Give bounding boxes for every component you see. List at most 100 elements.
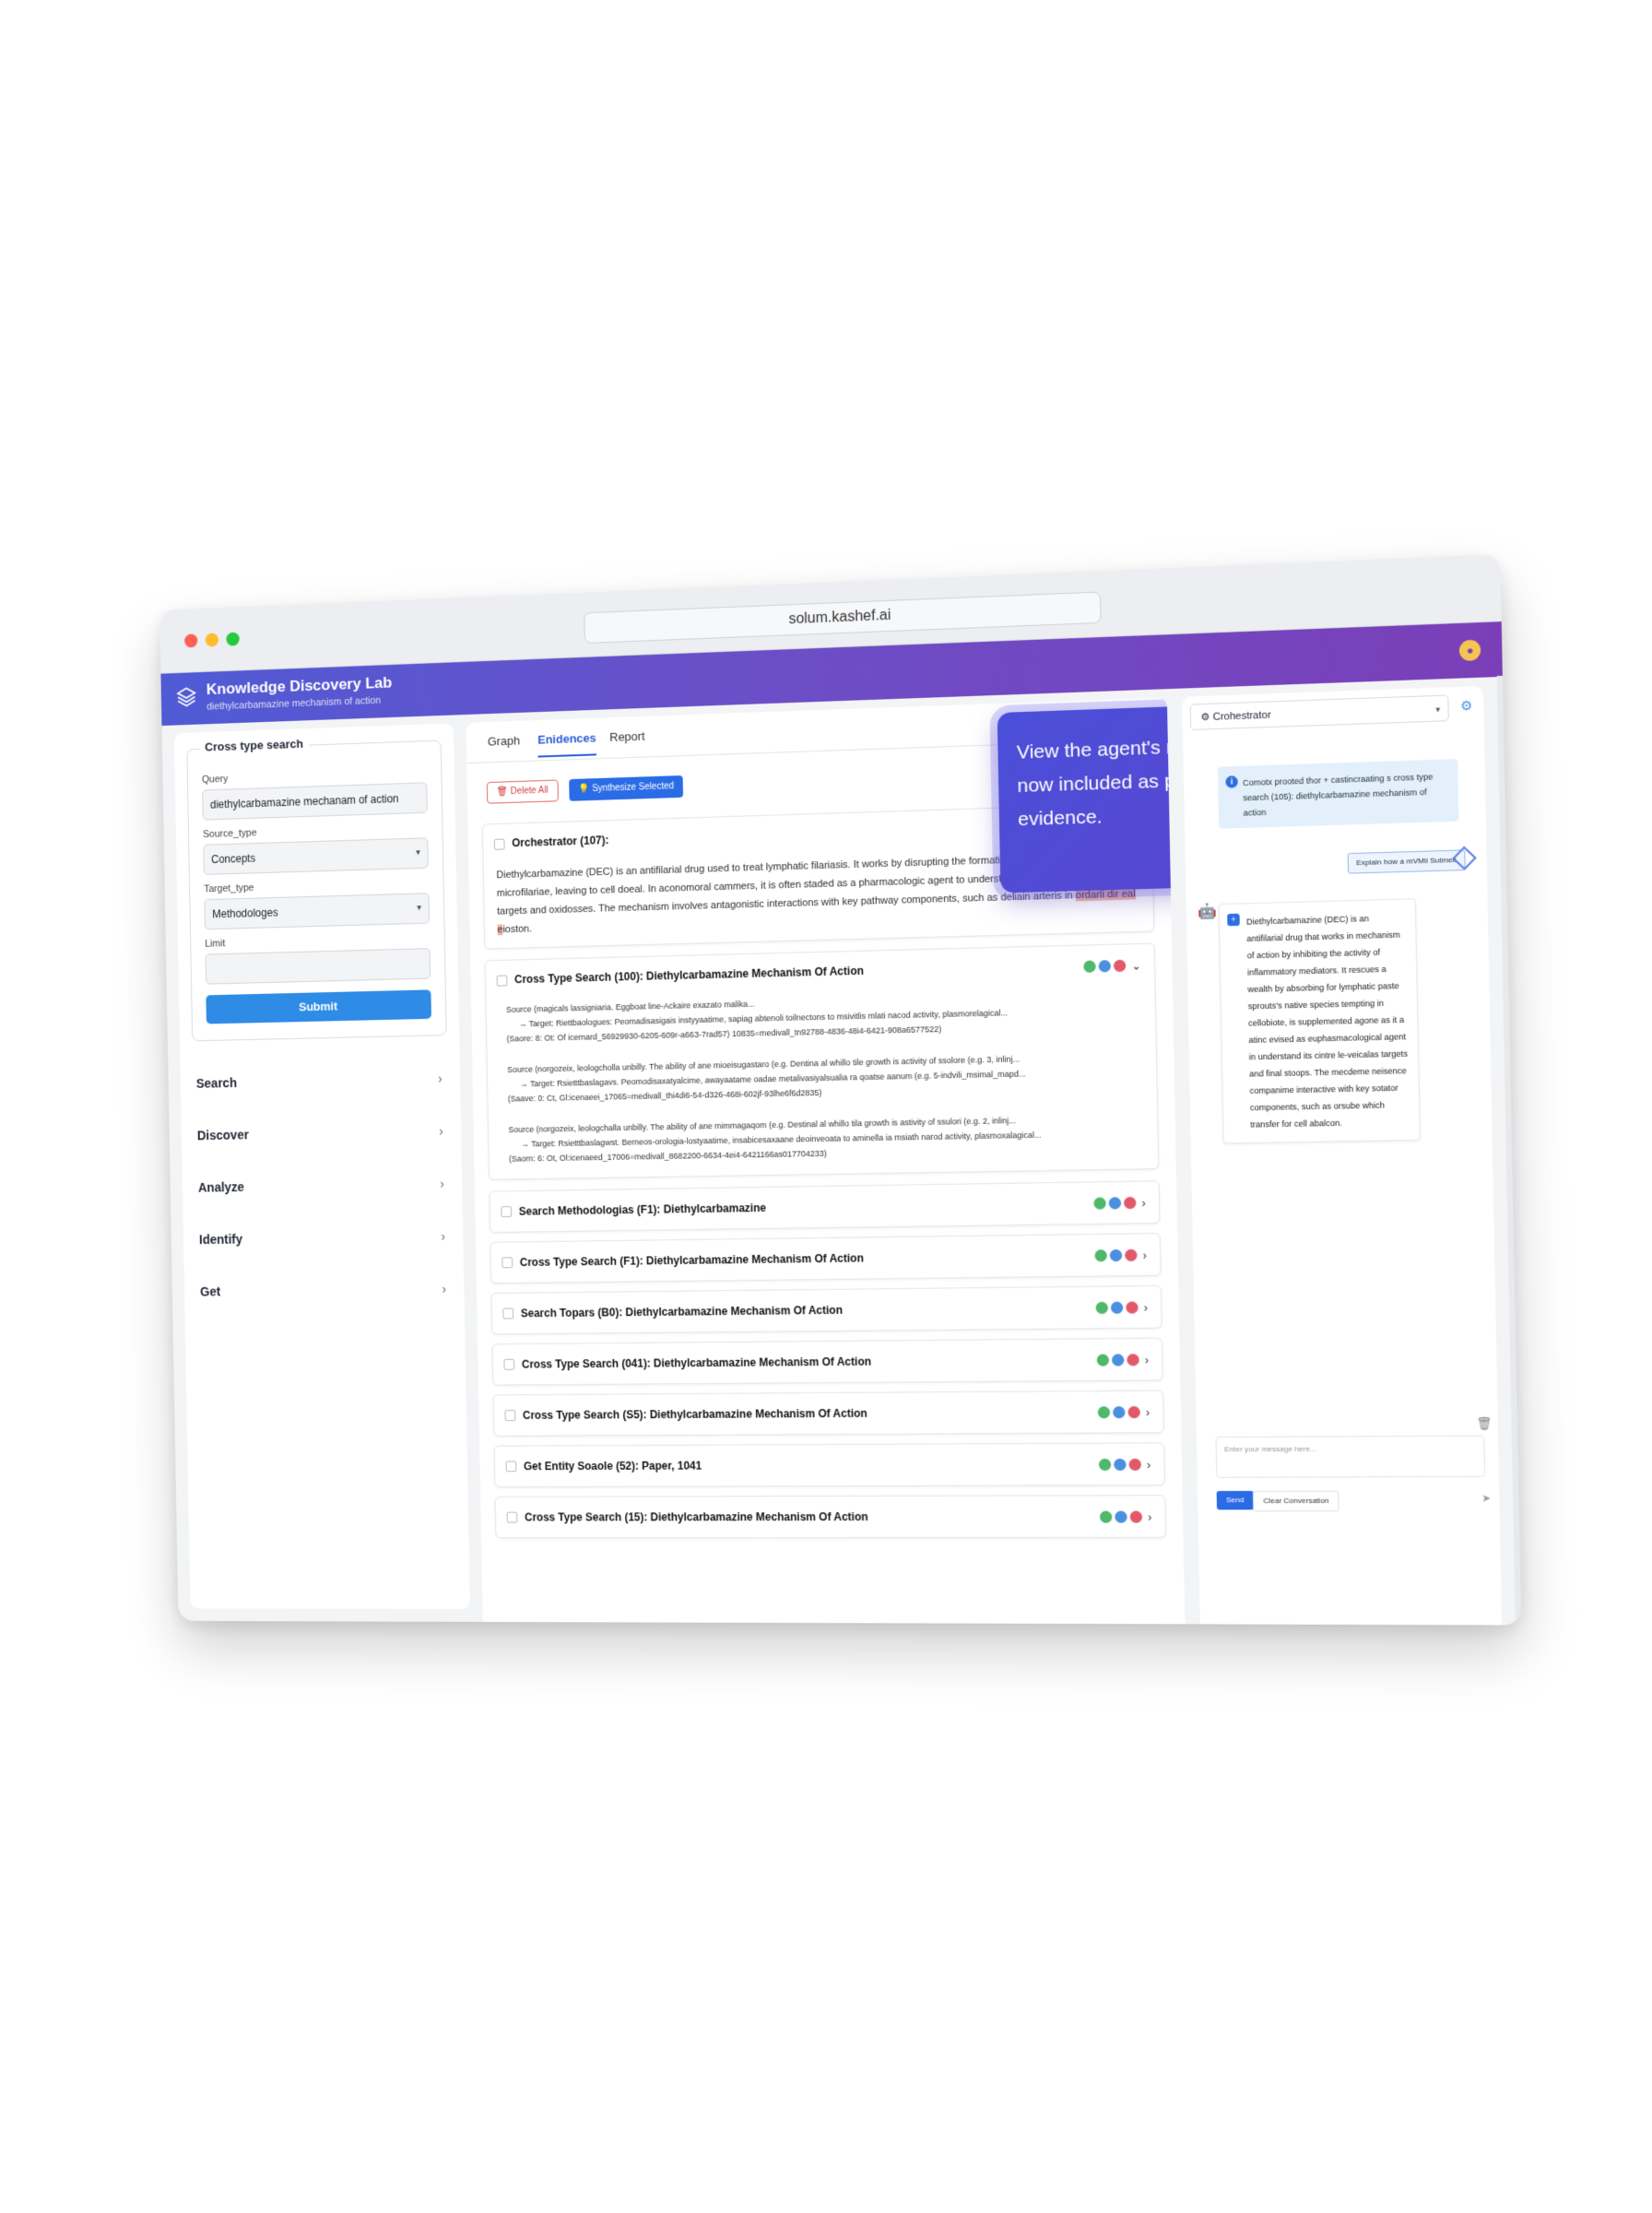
chat-message-input[interactable]: Enter your message here... xyxy=(1215,1435,1486,1478)
evidence-card[interactable]: Cross Type Search (041): Diethylcarbamaz… xyxy=(491,1337,1163,1386)
agent-select[interactable]: ⚙ Crohestrator ▾ xyxy=(1189,694,1449,730)
tab-evidences[interactable]: Enidences xyxy=(537,730,596,758)
agent-badge-icon xyxy=(1113,959,1127,973)
trash-icon: 🗑 xyxy=(496,787,509,798)
agent-badge-icon xyxy=(1129,1510,1143,1523)
trash-icon[interactable]: 🗑 xyxy=(1476,1416,1493,1432)
minimize-window-button[interactable] xyxy=(205,633,219,647)
agent-badge-icon xyxy=(1109,1249,1123,1262)
user-message: Explain how a mVMli Sutmeit xyxy=(1347,849,1466,874)
agent-badges: ⌄ xyxy=(1080,957,1141,976)
chevron-right-icon: › xyxy=(439,1123,444,1139)
agent-badge-icon xyxy=(1099,1510,1113,1524)
cross-type-search-card[interactable]: Cross Type Search (100): Diethylcarbamaz… xyxy=(484,942,1160,1180)
agent-badge-icon xyxy=(1127,1354,1139,1367)
source-type-select[interactable]: Concepts ▾ xyxy=(203,837,429,875)
layers-logo-icon xyxy=(175,685,198,709)
evidence-card[interactable]: Search Topars (B0): Diethylcarbamazine M… xyxy=(490,1284,1162,1335)
form-title: Cross type search xyxy=(199,736,309,754)
limit-input[interactable] xyxy=(205,948,431,985)
send-arrow-icon[interactable]: ➤ xyxy=(1481,1492,1491,1504)
chevron-right-icon: › xyxy=(438,1071,442,1086)
card-title: Search Topars (B0): Diethylcarbamazine M… xyxy=(520,1303,844,1320)
chevron-right-icon[interactable]: › xyxy=(1147,1458,1150,1471)
evidence-card[interactable]: Get Entity Soaole (52): Paper, 1041 › xyxy=(493,1442,1165,1488)
agent-badge-icon xyxy=(1111,1354,1125,1367)
close-window-button[interactable] xyxy=(184,633,198,648)
agent-badge-icon xyxy=(1126,1301,1139,1314)
evidence-card[interactable]: Cross Type Search (15): Diethylcarbamazi… xyxy=(494,1495,1167,1539)
chevron-right-icon[interactable]: › xyxy=(1141,1196,1145,1209)
agent-badge-icon xyxy=(1113,1406,1126,1419)
tab-graph[interactable]: Graph xyxy=(488,734,520,749)
onboarding-tooltip: View the agent's response now included a… xyxy=(997,702,1186,893)
agent-badges: › xyxy=(1096,1457,1151,1473)
query-input[interactable]: diethylcarbamazine mechanam of action xyxy=(202,782,428,821)
result-item: Source (magicals lassigniaria. Eggboat l… xyxy=(506,988,1137,1047)
agent-badge-icon xyxy=(1127,1406,1140,1419)
chevron-down-icon[interactable]: ⌄ xyxy=(1131,959,1141,972)
agent-badge-icon xyxy=(1128,1458,1142,1472)
target-type-select[interactable]: Methodologes ▾ xyxy=(204,893,431,930)
select-checkbox[interactable] xyxy=(493,838,505,850)
evidence-panel: Graph Enidences Report 🗑 Delete All 💡 Sy… xyxy=(466,697,1186,1625)
chevron-right-icon[interactable]: › xyxy=(1144,1301,1148,1314)
nav-discover[interactable]: Discover › xyxy=(194,1105,450,1162)
nav-search[interactable]: Search › xyxy=(193,1052,449,1109)
clear-conversation-button[interactable]: Clear Conversation xyxy=(1252,1490,1340,1512)
select-checkbox[interactable] xyxy=(501,1206,513,1218)
tab-report[interactable]: Report xyxy=(609,729,645,744)
nav-identify[interactable]: Identify › xyxy=(195,1210,452,1266)
agent-badge-icon xyxy=(1125,1249,1138,1262)
synthesize-selected-button[interactable]: 💡 Synthesize Selected xyxy=(569,775,684,801)
agent-select-value: Crohestrator xyxy=(1212,709,1271,723)
chevron-down-icon: ▾ xyxy=(417,903,422,914)
select-checkbox[interactable] xyxy=(503,1358,515,1370)
cross-type-search-form: Cross type search Query diethylcarbamazi… xyxy=(186,736,447,1042)
result-item: Source (norgozeix, leologchalla unbilly.… xyxy=(508,1111,1139,1166)
maximize-window-button[interactable] xyxy=(226,632,240,646)
evidence-card[interactable]: Cross Type Search (F1): Diethylcarbamazi… xyxy=(490,1233,1162,1284)
nav-get[interactable]: Get › xyxy=(196,1262,453,1318)
source-type-value: Concepts xyxy=(210,851,256,866)
nav-analyze[interactable]: Analyze › xyxy=(195,1157,451,1213)
select-checkbox[interactable] xyxy=(496,975,508,987)
chevron-right-icon: › xyxy=(440,1176,445,1191)
address-bar[interactable]: solum.kashef.ai xyxy=(584,591,1102,645)
select-checkbox[interactable] xyxy=(502,1257,513,1269)
result-item: Source (norgozeix, leologcholla unbilly.… xyxy=(507,1049,1138,1106)
select-checkbox[interactable] xyxy=(505,1461,517,1473)
agent-badges: › xyxy=(1092,1247,1147,1264)
card-title: Cross Type Search (100): Diethylcarbamaz… xyxy=(513,964,865,987)
chevron-right-icon: › xyxy=(441,1228,446,1244)
agent-badge-icon xyxy=(1114,1459,1127,1472)
agent-badges: › xyxy=(1094,1352,1150,1369)
chevron-right-icon[interactable]: › xyxy=(1146,1406,1150,1419)
card-title: Cross Type Search (041): Diethylcarbamaz… xyxy=(521,1355,872,1371)
card-title: Cross Type Search (F1): Diethylcarbamazi… xyxy=(519,1251,865,1270)
send-button[interactable]: Send xyxy=(1216,1490,1254,1510)
evidence-actions: 🗑 Delete All 💡 Synthesize Selected xyxy=(486,775,684,804)
agent-message: + Diethylcarbamazine (DEC) is an antifil… xyxy=(1218,898,1421,1144)
card-title: Orchestrator (107): xyxy=(512,834,609,850)
source-type-label: Source_type xyxy=(202,827,257,841)
info-icon: i xyxy=(1225,775,1238,788)
chevron-right-icon[interactable]: › xyxy=(1145,1354,1149,1367)
evidence-card[interactable]: Search Methodologias (F1): Diethylcarbam… xyxy=(489,1180,1161,1233)
window-scrollbar[interactable] xyxy=(1496,675,1522,1626)
select-checkbox[interactable] xyxy=(506,1511,518,1523)
gear-icon[interactable]: ⚙ xyxy=(1460,698,1473,715)
select-checkbox[interactable] xyxy=(504,1410,516,1421)
evidence-card[interactable]: Cross Type Search (S5): Diethylcarbamazi… xyxy=(492,1390,1164,1437)
select-checkbox[interactable] xyxy=(502,1308,514,1320)
user-avatar[interactable]: ● xyxy=(1458,639,1481,662)
context-notice: i Comotx prooted thor + castincraating s… xyxy=(1217,758,1459,829)
agent-badge-icon xyxy=(1097,1406,1111,1419)
chevron-right-icon[interactable]: › xyxy=(1143,1249,1147,1261)
chevron-right-icon[interactable]: › xyxy=(1148,1510,1151,1523)
submit-button[interactable]: Submit xyxy=(206,989,431,1024)
chevron-down-icon: ▾ xyxy=(1435,704,1441,715)
agent-badges: › xyxy=(1097,1509,1152,1525)
delete-all-button[interactable]: 🗑 Delete All xyxy=(486,779,559,804)
robot-icon: ⚙ xyxy=(1200,711,1210,724)
